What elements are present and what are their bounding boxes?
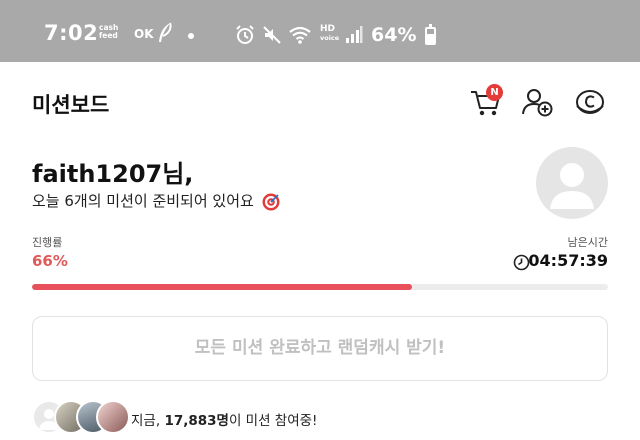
mission-count-text: 오늘 6개의 미션이 준비되어 있어요	[32, 190, 281, 212]
coin-icon[interactable]	[573, 86, 607, 118]
progress-bar	[32, 284, 608, 290]
participants-count: 17,883명	[164, 413, 229, 429]
cart-badge: N	[486, 84, 503, 101]
mission-count-label: 오늘 6개의 미션이 준비되어 있어요	[32, 192, 254, 210]
alarm-icon	[236, 25, 254, 44]
participants-suffix: 이 미션 참여중!	[228, 413, 318, 429]
participant-avatar	[96, 400, 130, 434]
battery-icon	[425, 24, 436, 45]
progress-percent: 66%	[32, 252, 68, 270]
add-friend-icon[interactable]	[521, 86, 555, 118]
user-greeting: faith1207님,	[32, 160, 194, 188]
status-bar: 7:02 cash feed OK HD voice 64%	[0, 0, 640, 62]
signal-icon	[346, 26, 363, 43]
profile-avatar[interactable]	[536, 147, 608, 219]
ok-icon: OK	[134, 27, 154, 41]
page-title: 미션보드	[32, 93, 110, 117]
battery-level	[427, 34, 434, 43]
target-icon	[262, 193, 280, 210]
cashfeed-line2: feed	[99, 31, 118, 40]
voice-label: voice	[320, 34, 340, 42]
participant-avatars	[32, 400, 132, 434]
cashfeed-icon: cash feed	[99, 24, 118, 40]
hd-label: HD	[320, 24, 336, 34]
feather-icon	[159, 22, 172, 42]
random-cash-button[interactable]: 모든 미션 완료하고 랜덤캐시 받기!	[32, 316, 608, 381]
battery-percent: 64%	[371, 24, 417, 46]
progress-bar-fill	[32, 284, 413, 290]
hd-voice-icon: HD voice	[320, 25, 339, 43]
wifi-icon	[289, 26, 311, 44]
remaining-time-label: 남은시간	[567, 236, 608, 249]
participants-count-text: 지금, 17,883명이 미션 참여중!	[131, 409, 317, 429]
mute-icon	[263, 26, 281, 44]
status-time: 7:02	[44, 21, 99, 45]
progress-label: 진행률	[32, 236, 63, 249]
dot-icon	[188, 33, 194, 39]
participants-prefix: 지금,	[131, 413, 165, 429]
remaining-time: 04:57:39	[528, 251, 608, 270]
user-icon	[550, 163, 594, 209]
